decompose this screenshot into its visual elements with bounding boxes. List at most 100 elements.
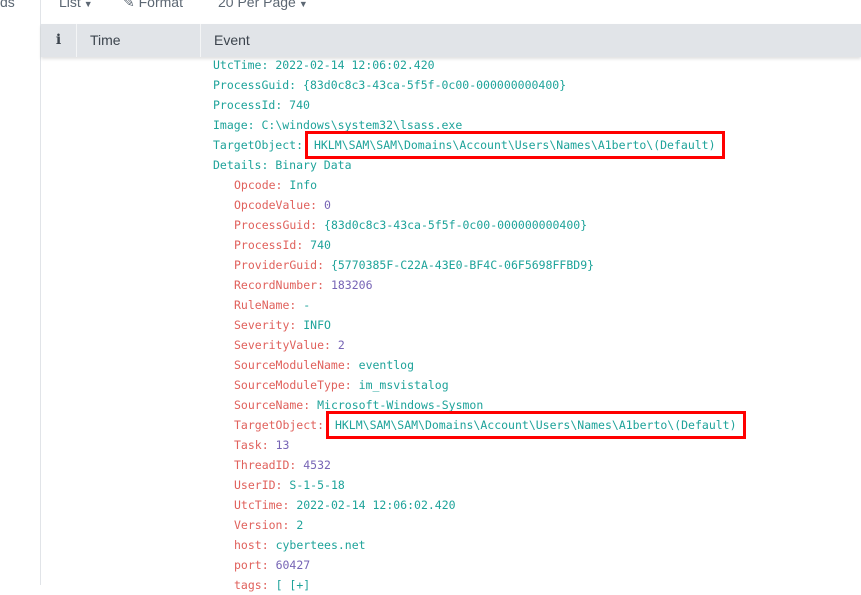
field-key[interactable]: TargetObject bbox=[213, 138, 296, 152]
field-value[interactable]: 13 bbox=[276, 438, 290, 452]
event-field-sourcemoduletype: SourceModuleType: im_msvistalog bbox=[234, 375, 743, 395]
event-field-processid: ProcessId: 740 bbox=[213, 95, 743, 115]
field-key[interactable]: SourceModuleType bbox=[234, 378, 345, 392]
field-separator: : bbox=[282, 518, 297, 532]
field-key[interactable]: SeverityValue bbox=[234, 338, 324, 352]
results-table-header: i Time Event bbox=[41, 24, 861, 57]
field-key[interactable]: Task bbox=[234, 438, 262, 452]
event-field-severity: Severity: INFO bbox=[234, 315, 743, 335]
field-value[interactable]: [ [+] bbox=[276, 578, 311, 592]
event-field-details: Details: Binary Data bbox=[213, 155, 743, 175]
event-field-opcode: Opcode: Info bbox=[234, 175, 743, 195]
field-key[interactable]: Opcode bbox=[234, 178, 276, 192]
field-value[interactable]: {83d0c8c3-43ca-5f5f-0c00-000000000400} bbox=[324, 218, 587, 232]
per-page-dropdown[interactable]: 20 Per Page ▼ bbox=[218, 0, 308, 10]
field-key[interactable]: tags bbox=[234, 578, 262, 592]
list-label: List bbox=[59, 0, 81, 10]
field-value[interactable]: Info bbox=[289, 178, 317, 192]
list-view-dropdown[interactable]: List ▼ bbox=[59, 0, 93, 10]
event-body: UtcTime: 2022-02-14 12:06:02.420 ProcessG… bbox=[213, 55, 746, 595]
field-key[interactable]: ProcessId bbox=[234, 238, 296, 252]
field-value[interactable]: cybertees.net bbox=[276, 538, 366, 552]
event-field-recordnumber: RecordNumber: 183206 bbox=[234, 275, 743, 295]
field-separator: : bbox=[289, 318, 304, 332]
time-column-header[interactable]: Time bbox=[77, 24, 201, 57]
field-key[interactable]: Image bbox=[213, 118, 248, 132]
field-value[interactable]: {83d0c8c3-43ca-5f5f-0c00-000000000400} bbox=[303, 78, 566, 92]
field-key[interactable]: SourceName bbox=[234, 398, 303, 412]
field-key[interactable]: ThreadID bbox=[234, 458, 289, 472]
field-value[interactable]: 2 bbox=[338, 338, 345, 352]
field-key[interactable]: ProviderGuid bbox=[234, 258, 317, 272]
field-separator: : bbox=[303, 398, 318, 412]
field-value[interactable]: 183206 bbox=[331, 278, 373, 292]
field-value[interactable]: Microsoft-Windows-Sysmon bbox=[317, 398, 483, 412]
field-key[interactable]: Details bbox=[213, 158, 261, 172]
field-separator: : bbox=[324, 338, 338, 352]
field-separator: : bbox=[261, 578, 276, 592]
caret-down-icon: ▼ bbox=[298, 0, 308, 9]
field-key[interactable]: Severity bbox=[234, 318, 289, 332]
field-key[interactable]: OpcodeValue bbox=[234, 198, 310, 212]
field-separator: : bbox=[344, 358, 359, 372]
field-key[interactable]: Version bbox=[234, 518, 282, 532]
field-separator: : bbox=[261, 438, 276, 452]
highlighted-field-value[interactable]: HKLM\SAM\SAM\Domains\Account\Users\Names… bbox=[304, 131, 725, 159]
field-key[interactable]: ProcessGuid bbox=[213, 78, 289, 92]
field-separator: : bbox=[296, 238, 311, 252]
event-field-providerguid: ProviderGuid: {5770385F-C22A-43E0-BF4C-0… bbox=[234, 255, 743, 275]
field-separator: : bbox=[261, 558, 276, 572]
field-value[interactable]: 2022-02-14 12:06:02.420 bbox=[275, 58, 434, 72]
field-key[interactable]: host bbox=[234, 538, 262, 552]
format-button[interactable]: ✎ Format bbox=[123, 0, 183, 11]
event-column-header[interactable]: Event bbox=[202, 24, 861, 57]
field-value[interactable]: S-1-5-18 bbox=[289, 478, 344, 492]
pencil-icon: ✎ bbox=[123, 0, 139, 10]
field-key[interactable]: UserID bbox=[234, 478, 276, 492]
field-separator: : bbox=[289, 78, 304, 92]
event-field-image: Image: C:\windows\system32\lsass.exe bbox=[213, 115, 743, 135]
field-value[interactable]: {5770385F-C22A-43E0-BF4C-06F5698FFBD9} bbox=[331, 258, 594, 272]
field-key[interactable]: SourceModuleName bbox=[234, 358, 345, 372]
field-value[interactable]: C:\windows\system32\lsass.exe bbox=[261, 118, 462, 132]
event-field-userid: UserID: S-1-5-18 bbox=[234, 475, 743, 495]
event-field-severityvalue: SeverityValue: 2 bbox=[234, 335, 743, 355]
info-column-header[interactable]: i bbox=[41, 24, 77, 57]
field-key[interactable]: port bbox=[234, 558, 262, 572]
field-key[interactable]: TargetObject bbox=[234, 418, 317, 432]
field-value[interactable]: Binary Data bbox=[275, 158, 351, 172]
caret-down-icon: ▼ bbox=[83, 0, 93, 9]
event-field-threadid: ThreadID: 4532 bbox=[234, 455, 743, 475]
event-field-utctime: UtcTime: 2022-02-14 12:06:02.420 bbox=[213, 55, 743, 75]
field-value[interactable]: 2 bbox=[296, 518, 303, 532]
sidebar-label: ds bbox=[0, 0, 15, 10]
field-value[interactable]: 0 bbox=[324, 198, 331, 212]
field-value[interactable]: 740 bbox=[289, 98, 310, 112]
event-field-processguid: ProcessGuid: {83d0c8c3-43ca-5f5f-0c00-00… bbox=[234, 215, 743, 235]
event-field-opcodevalue: OpcodeValue: 0 bbox=[234, 195, 743, 215]
event-field-sourcemodulename: SourceModuleName: eventlog bbox=[234, 355, 743, 375]
highlighted-field-value[interactable]: HKLM\SAM\SAM\Domains\Account\Users\Names… bbox=[325, 411, 746, 439]
field-separator: : bbox=[275, 98, 290, 112]
field-value[interactable]: eventlog bbox=[359, 358, 414, 372]
event-field-tags: tags: [ [+] bbox=[234, 575, 743, 595]
field-key[interactable]: UtcTime bbox=[213, 58, 261, 72]
field-value[interactable]: - bbox=[303, 298, 310, 312]
field-value[interactable]: 2022-02-14 12:06:02.420 bbox=[296, 498, 455, 512]
field-value[interactable]: im_msvistalog bbox=[359, 378, 449, 392]
field-separator: : bbox=[261, 58, 276, 72]
field-key[interactable]: UtcTime bbox=[234, 498, 282, 512]
field-key[interactable]: RecordNumber bbox=[234, 278, 317, 292]
field-key[interactable]: ProcessId bbox=[213, 98, 275, 112]
field-value[interactable]: 740 bbox=[310, 238, 331, 252]
field-value[interactable]: 4532 bbox=[303, 458, 331, 472]
field-key[interactable]: ProcessGuid bbox=[234, 218, 310, 232]
event-field-targetobject: TargetObject: HKLM\SAM\SAM\Domains\Accou… bbox=[234, 411, 746, 439]
format-label: Format bbox=[138, 0, 183, 10]
field-separator: : bbox=[310, 218, 325, 232]
event-field-processguid: ProcessGuid: {83d0c8c3-43ca-5f5f-0c00-00… bbox=[213, 75, 743, 95]
field-separator: : bbox=[261, 158, 276, 172]
field-value[interactable]: INFO bbox=[303, 318, 331, 332]
field-value[interactable]: 60427 bbox=[276, 558, 311, 572]
field-key[interactable]: RuleName bbox=[234, 298, 289, 312]
